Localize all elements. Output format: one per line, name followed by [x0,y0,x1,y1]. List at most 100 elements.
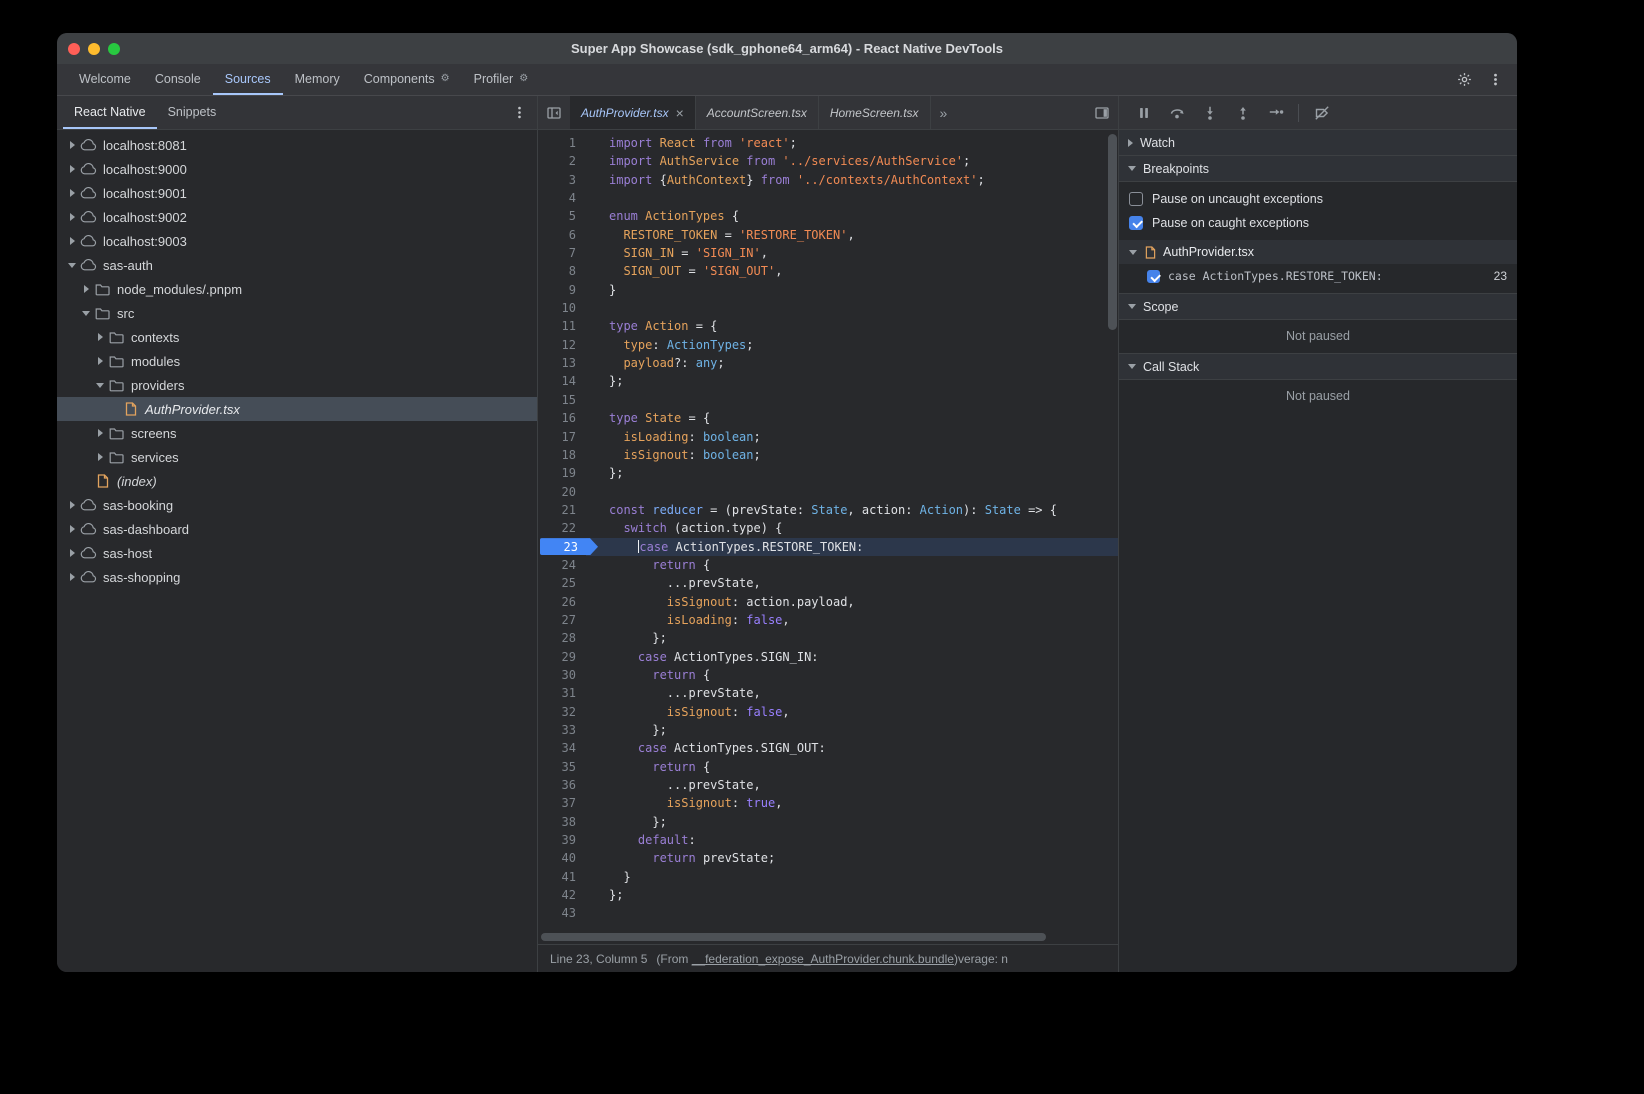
source-code[interactable]: import React from 'react';import AuthSer… [586,130,1118,930]
breakpoint-marker[interactable]: 23 [540,538,598,555]
line-number[interactable]: 7 [538,244,586,262]
line-number[interactable]: 21 [538,501,586,519]
line-number[interactable]: 20 [538,483,586,501]
line-number[interactable]: 27 [538,611,586,629]
line-number[interactable]: 18 [538,446,586,464]
line-number[interactable]: 8 [538,262,586,280]
line-number[interactable]: 9 [538,281,586,299]
tree-item-localhost-8081[interactable]: localhost:8081 [57,133,537,157]
main-tab-memory[interactable]: Memory [283,64,352,95]
tree-item-providers[interactable]: providers [57,373,537,397]
breakpoint-entry[interactable]: case ActionTypes.RESTORE_TOKEN: 23 [1119,264,1517,288]
close-window-button[interactable] [68,43,80,55]
main-tab-profiler[interactable]: Profiler⚙ [462,64,541,95]
dock-debugger-panel-icon[interactable] [1094,105,1110,121]
tree-item-sas-shopping[interactable]: sas-shopping [57,565,537,589]
line-number[interactable]: 19 [538,464,586,482]
tree-item-authprovider-tsx[interactable]: AuthProvider.tsx [57,397,537,421]
line-number[interactable]: 6 [538,226,586,244]
tree-item-modules[interactable]: modules [57,349,537,373]
tree-item-localhost-9003[interactable]: localhost:9003 [57,229,537,253]
vertical-scrollbar[interactable] [1108,134,1117,330]
line-number[interactable]: 16 [538,409,586,427]
watch-section-header[interactable]: Watch [1119,130,1517,156]
line-number[interactable]: 14 [538,372,586,390]
line-number[interactable]: 34 [538,739,586,757]
line-number[interactable]: 39 [538,831,586,849]
editor-tab-homescreen-tsx[interactable]: HomeScreen.tsx [819,96,931,129]
code-viewport[interactable]: 1234567891011121314151617181920212223242… [538,130,1118,930]
line-number[interactable]: 3 [538,171,586,189]
line-number[interactable]: 13 [538,354,586,372]
tree-item-node-modules-pnpm[interactable]: node_modules/.pnpm [57,277,537,301]
navigator-tab-snippets[interactable]: Snippets [157,96,228,129]
tree-item-sas-booking[interactable]: sas-booking [57,493,537,517]
line-number[interactable]: 37 [538,794,586,812]
tree-item-localhost-9002[interactable]: localhost:9002 [57,205,537,229]
tree-item-screens[interactable]: screens [57,421,537,445]
line-number[interactable]: 15 [538,391,586,409]
main-tab-sources[interactable]: Sources [213,64,283,95]
step-over-button[interactable] [1160,100,1193,126]
line-number[interactable]: 35 [538,758,586,776]
breakpoint-line-number[interactable]: 23 [538,538,586,556]
tree-item-contexts[interactable]: contexts [57,325,537,349]
tree-item-src[interactable]: src [57,301,537,325]
line-number[interactable]: 38 [538,813,586,831]
line-number[interactable]: 32 [538,703,586,721]
line-number[interactable]: 1 [538,134,586,152]
line-number-gutter[interactable]: 1234567891011121314151617181920212223242… [538,130,586,930]
editor-tab-authprovider-tsx[interactable]: AuthProvider.tsx× [570,96,696,129]
line-number[interactable]: 25 [538,574,586,592]
main-tab-components[interactable]: Components⚙ [352,64,462,95]
line-number[interactable]: 41 [538,868,586,886]
tree-item-localhost-9001[interactable]: localhost:9001 [57,181,537,205]
line-number[interactable]: 29 [538,648,586,666]
line-number[interactable]: 22 [538,519,586,537]
deactivate-breakpoints-button[interactable] [1305,100,1338,126]
line-number[interactable]: 10 [538,299,586,317]
line-number[interactable]: 28 [538,629,586,647]
tree-item--index-[interactable]: (index) [57,469,537,493]
pause-caught-row[interactable]: Pause on caught exceptions [1119,211,1517,235]
line-number[interactable]: 31 [538,684,586,702]
line-number[interactable]: 40 [538,849,586,867]
line-number[interactable]: 24 [538,556,586,574]
tree-item-sas-host[interactable]: sas-host [57,541,537,565]
line-number[interactable]: 36 [538,776,586,794]
navigator-menu-kebab-icon[interactable] [512,105,527,120]
step-button[interactable] [1259,100,1292,126]
step-into-button[interactable] [1193,100,1226,126]
tree-item-sas-auth[interactable]: sas-auth [57,253,537,277]
close-tab-icon[interactable]: × [676,106,684,120]
toggle-navigator-icon[interactable] [538,96,570,129]
pause-script-button[interactable] [1127,100,1160,126]
pause-uncaught-checkbox[interactable] [1129,192,1143,206]
scope-section-header[interactable]: Scope [1119,293,1517,320]
main-tab-welcome[interactable]: Welcome [67,64,143,95]
editor-tab-accountscreen-tsx[interactable]: AccountScreen.tsx [696,96,819,129]
step-out-button[interactable] [1226,100,1259,126]
pause-uncaught-row[interactable]: Pause on uncaught exceptions [1119,187,1517,211]
zoom-window-button[interactable] [108,43,120,55]
breakpoints-section-header[interactable]: Breakpoints [1119,156,1517,182]
callstack-section-header[interactable]: Call Stack [1119,353,1517,380]
more-tabs-button[interactable]: » [931,96,957,129]
tree-item-services[interactable]: services [57,445,537,469]
line-number[interactable]: 42 [538,886,586,904]
tree-item-sas-dashboard[interactable]: sas-dashboard [57,517,537,541]
line-number[interactable]: 5 [538,207,586,225]
line-number[interactable]: 26 [538,593,586,611]
line-number[interactable]: 33 [538,721,586,739]
settings-gear-icon[interactable] [1457,72,1472,87]
main-tab-console[interactable]: Console [143,64,213,95]
tree-item-localhost-9000[interactable]: localhost:9000 [57,157,537,181]
bundle-link[interactable]: __federation_expose_AuthProvider.chunk.b… [692,952,954,966]
line-number[interactable]: 11 [538,317,586,335]
pause-caught-checkbox[interactable] [1129,216,1143,230]
horizontal-scrollbar[interactable] [541,933,1046,941]
line-number[interactable]: 12 [538,336,586,354]
line-number[interactable]: 4 [538,189,586,207]
breakpoint-file-group[interactable]: AuthProvider.tsx [1119,240,1517,264]
line-number[interactable]: 43 [538,904,586,922]
